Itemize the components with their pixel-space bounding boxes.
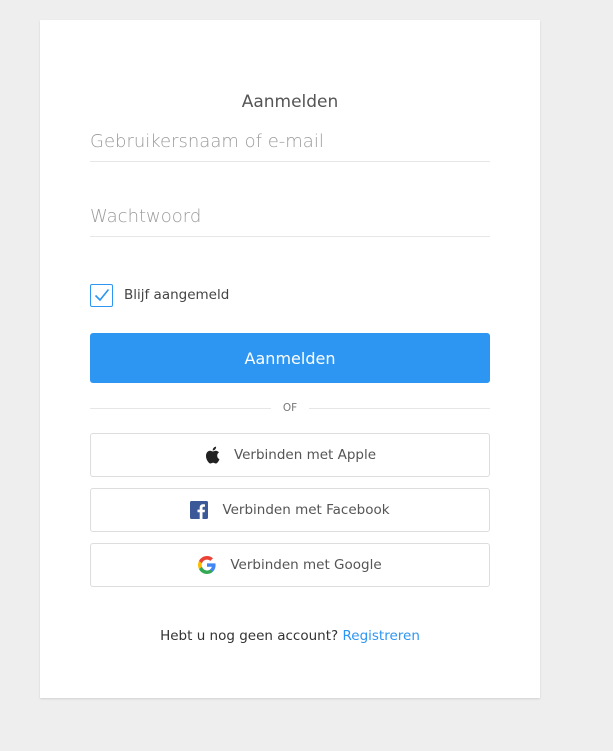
divider-line-left (90, 407, 271, 409)
signup-prompt-text: Hebt u nog geen account? (160, 628, 339, 644)
login-card: Aanmelden Blijf aangemeld Aanmelden OF V… (40, 20, 540, 698)
register-link[interactable]: Registreren (343, 628, 420, 644)
checkmark-icon (94, 288, 109, 302)
remember-me: Blijf aangemeld (90, 282, 229, 308)
connect-facebook-button[interactable]: Verbinden met Facebook (90, 488, 490, 532)
google-icon (198, 556, 216, 574)
remember-checkbox[interactable] (90, 283, 113, 307)
password-field-wrapper (90, 196, 490, 237)
or-divider: OF (90, 400, 490, 416)
connect-apple-button[interactable]: Verbinden met Apple (90, 433, 490, 477)
or-label: OF (282, 402, 298, 414)
password-input[interactable] (90, 196, 490, 236)
connect-google-label: Verbinden met Google (230, 557, 382, 573)
connect-facebook-label: Verbinden met Facebook (222, 502, 390, 518)
facebook-icon (190, 501, 209, 519)
connect-apple-label: Verbinden met Apple (233, 447, 377, 463)
page-title: Aanmelden (241, 92, 339, 112)
remember-label[interactable]: Blijf aangemeld (124, 287, 229, 303)
username-input[interactable] (90, 121, 490, 161)
apple-icon (204, 446, 220, 464)
login-button[interactable]: Aanmelden (90, 333, 490, 383)
signup-prompt: Hebt u nog geen account? Registreren (40, 628, 540, 644)
connect-google-button[interactable]: Verbinden met Google (90, 543, 490, 587)
username-field-wrapper (90, 121, 490, 162)
divider-line-right (309, 407, 490, 409)
